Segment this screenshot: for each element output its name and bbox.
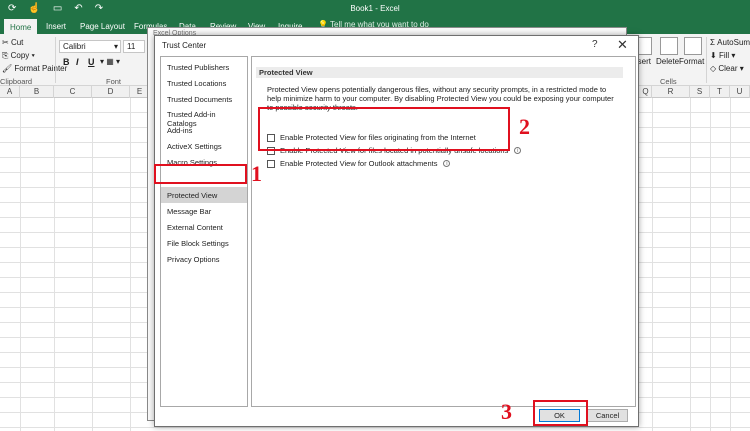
nav-item-add-ins[interactable]: Add-ins [167,126,192,135]
grid-line [690,98,691,431]
delete-cells-button[interactable]: Delete [656,57,679,66]
nav-item-trusted-locations[interactable]: Trusted Locations [167,79,226,88]
close-icon[interactable]: ✕ [617,37,628,53]
fill-button[interactable]: ⬇ Fill ▾ [710,51,735,60]
annotation-number-3: 3 [501,399,512,424]
column-header-s[interactable]: S [690,86,710,98]
font-name-box[interactable]: Calibri ▾ [59,40,121,53]
outlook-attachments-checkbox[interactable] [267,159,275,168]
grid-line [652,98,653,431]
column-header-q[interactable]: Q [640,86,652,98]
format-cells-icon[interactable] [684,37,702,55]
column-header-t[interactable]: T [710,86,730,98]
clipboard-group-label: Clipboard [0,77,33,86]
divider [706,37,707,83]
copy-button[interactable]: ⎘ Copy ▾ [2,51,35,61]
grid-line [54,98,55,431]
dialog-title: Trust Center [162,41,207,50]
nav-item-external-content[interactable]: External Content [167,223,223,232]
column-header-r[interactable]: R [652,86,690,98]
clear-button[interactable]: ◇ Clear ▾ [710,64,744,73]
column-header-c[interactable]: C [54,86,92,98]
nav-item-file-block-settings[interactable]: File Block Settings [167,239,229,248]
annotation-number-1: 1 [251,161,262,186]
cancel-button[interactable]: Cancel [587,409,628,422]
grid-line [730,98,731,431]
nav-item-trusted-documents[interactable]: Trusted Documents [167,95,232,104]
window-title: Book1 - Excel [350,4,400,13]
font-dropdown-chevron-icon[interactable]: ▾ ▦ ▾ [100,57,120,66]
cut-button[interactable]: ✂ Cut [2,38,23,47]
tab-insert[interactable]: Insert [40,19,72,34]
delete-cells-icon[interactable] [660,37,678,55]
column-header-u[interactable]: U [730,86,750,98]
divider [55,37,56,83]
font-size-box[interactable]: 11 [123,40,145,53]
column-header-b[interactable]: B [20,86,54,98]
tab-home[interactable]: Home [4,19,38,34]
cells-group-label: Cells [660,77,677,86]
title-bar: ⟳ ☝ ▭ ↶ ↷ Book1 - Excel [0,0,750,19]
annotation-box-protected-view [154,164,247,184]
annotation-box-ok [533,400,588,426]
nav-item-privacy-options[interactable]: Privacy Options [167,255,220,264]
info-icon[interactable]: i [443,160,451,167]
annotation-box-options [258,107,510,151]
nav-item-trusted-publishers[interactable]: Trusted Publishers [167,63,229,72]
italic-button[interactable]: I [76,57,79,67]
column-header-a[interactable]: A [0,86,20,98]
trust-center-nav: Trusted Publishers Trusted Locations Tru… [160,56,248,407]
grid-line [130,98,131,431]
format-cells-button[interactable]: Format [679,57,704,66]
column-header-d[interactable]: D [92,86,130,98]
bold-button[interactable]: B [63,57,70,67]
section-header: Protected View [256,67,623,78]
nav-item-protected-view[interactable]: Protected View [167,191,217,200]
help-icon[interactable]: ? [592,39,598,50]
trust-center-dialog: Trust Center ? ✕ Trusted Publishers Trus… [154,35,639,427]
format-painter-button[interactable]: 🖌 Format Painter [2,64,67,73]
grid-line [92,98,93,431]
grid-line [710,98,711,431]
font-group-label: Font [106,77,122,86]
info-icon[interactable]: i [514,147,522,154]
grid-line [20,98,21,431]
option-outlook-attachments[interactable]: Enable Protected View for Outlook attach… [267,159,451,168]
annotation-number-2: 2 [519,114,530,139]
tab-page-layout[interactable]: Page Layout [74,19,131,34]
underline-button[interactable]: U [88,57,95,67]
outlook-attachments-label: Enable Protected View for Outlook attach… [280,159,438,168]
nav-item-activex-settings[interactable]: ActiveX Settings [167,142,222,151]
autosum-button[interactable]: Σ AutoSum [710,38,750,47]
nav-item-message-bar[interactable]: Message Bar [167,207,211,216]
